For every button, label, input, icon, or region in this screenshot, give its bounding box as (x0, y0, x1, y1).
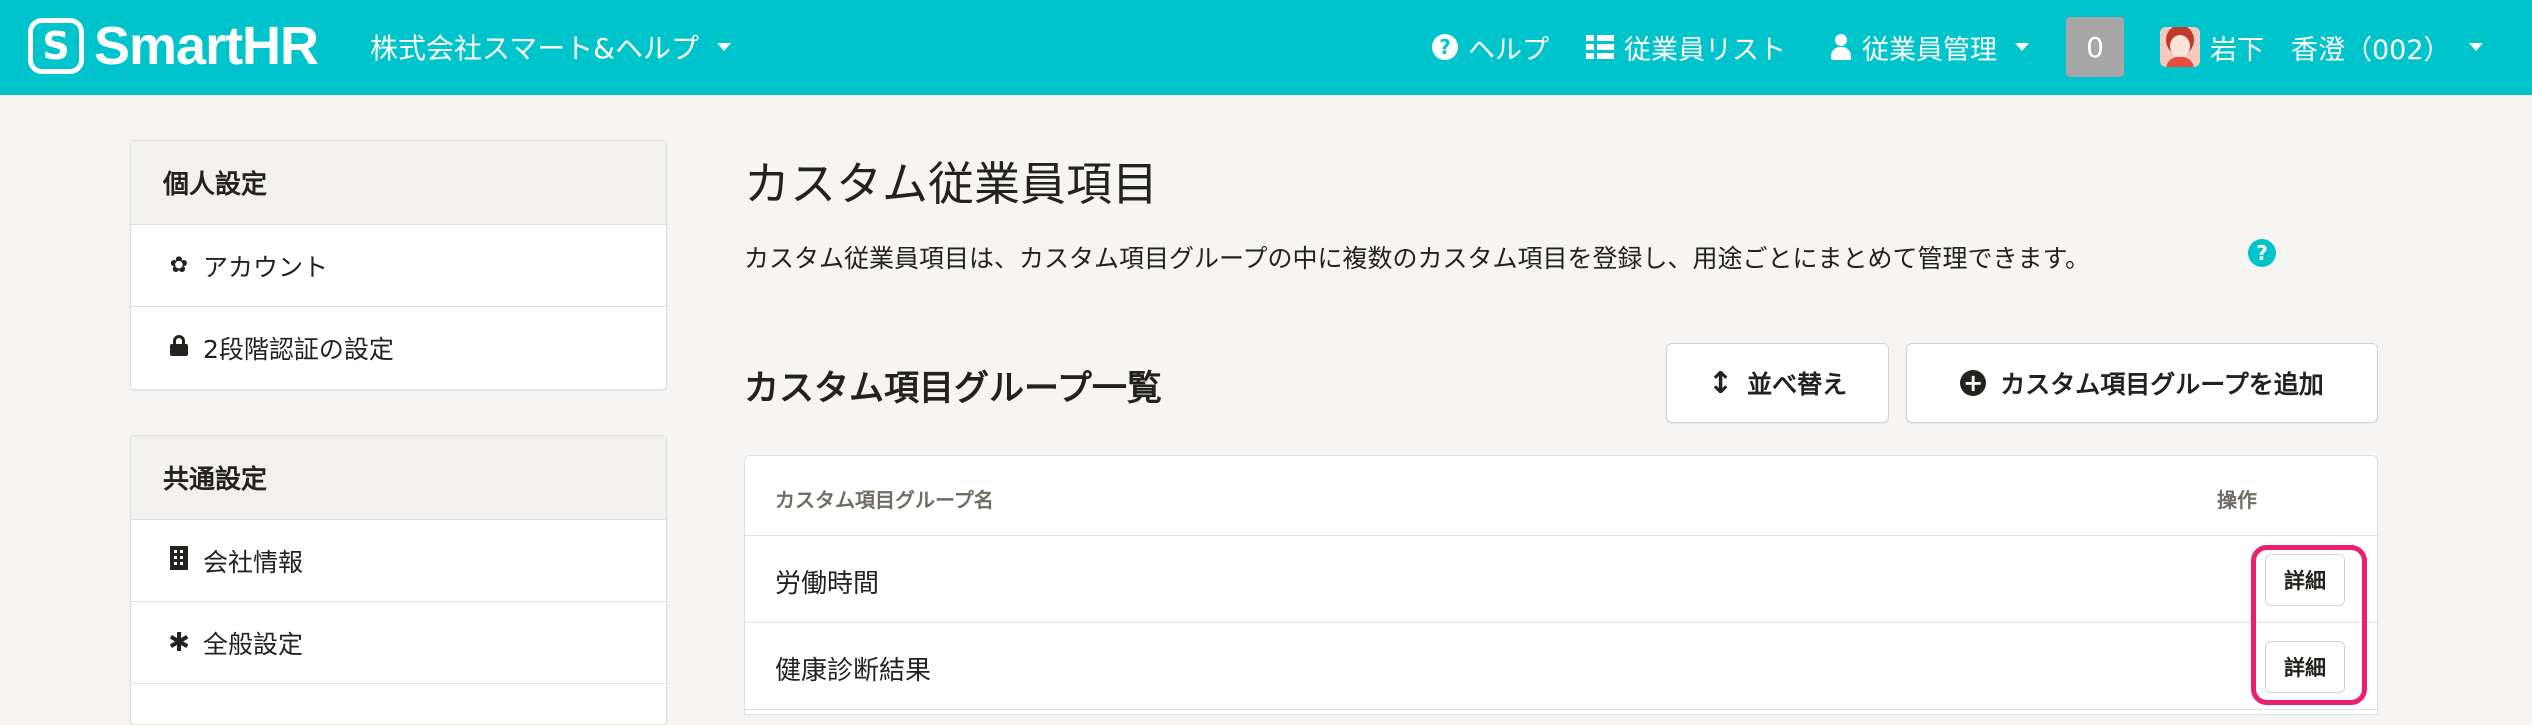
page-description: カスタム従業員項目は、カスタム項目グループの中に複数のカスタム項目を登録し、用途… (744, 244, 2091, 273)
help-icon: ? (1432, 34, 1458, 60)
asterisk-icon: ✱ (168, 627, 190, 658)
sidebar-item-label: 全般設定 (203, 629, 304, 659)
smarthr-logo[interactable]: S SmartHR (28, 16, 319, 76)
highlight-annotation (2251, 545, 2367, 705)
user-name: 岩下 香澄（002） (2210, 34, 2451, 66)
group-name: 労働時間 (775, 569, 880, 599)
sort-button[interactable]: ↕ 並べ替え (1666, 343, 1889, 423)
sidebar-item-general-settings[interactable]: ✱ 全般設定 (131, 602, 666, 684)
personal-settings-heading: 個人設定 (131, 141, 666, 225)
logo-text: SmartHR (94, 16, 319, 76)
add-group-button[interactable]: + カスタム項目グループを追加 (1906, 343, 2378, 423)
building-icon (167, 545, 191, 576)
table-header: カスタム項目グループ名 操作 (745, 456, 2377, 536)
nav-employee-management-label: 従業員管理 (1862, 34, 1997, 66)
sidebar-item-label: アカウント (203, 252, 329, 282)
nav-employee-list-label: 従業員リスト (1624, 34, 1786, 66)
table-row: 健康診断結果 詳細 (745, 623, 2377, 710)
sidebar-item-label: 2段階認証の設定 (203, 335, 394, 364)
nav-help-label: ヘルプ (1468, 34, 1549, 66)
personal-settings-card: 個人設定 ✿ アカウント 2段階認証の設定 (130, 140, 667, 390)
sidebar-item-label: 会社情報 (203, 547, 304, 577)
company-selector[interactable]: 株式会社スマート&ヘルプ (370, 27, 731, 67)
avatar (2160, 27, 2200, 67)
add-group-button-label: カスタム項目グループを追加 (2000, 370, 2324, 399)
sidebar-item-two-factor[interactable]: 2段階認証の設定 (131, 307, 666, 389)
nav-employee-list[interactable]: 従業員リスト (1586, 22, 1786, 72)
company-name: 株式会社スマート&ヘルプ (370, 32, 699, 65)
chevron-down-icon (2015, 43, 2029, 51)
help-icon[interactable]: ? (2248, 239, 2276, 267)
sidebar-item-account[interactable]: ✿ アカウント (131, 225, 666, 307)
sidebar-item-company-info[interactable]: 会社情報 (131, 520, 666, 602)
custom-group-table: カスタム項目グループ名 操作 労働時間 詳細 健康診断結果 詳細 (744, 455, 2378, 715)
plus-circle-icon: + (1960, 370, 1987, 396)
notification-badge[interactable]: 0 (2066, 17, 2124, 77)
common-settings-heading: 共通設定 (131, 436, 666, 520)
gear-icon: ✿ (169, 253, 189, 278)
lock-icon (167, 335, 191, 361)
page-title: カスタム従業員項目 (744, 157, 1158, 211)
user-menu[interactable]: 岩下 香澄（002） (2160, 22, 2483, 72)
nav-employee-management[interactable]: 従業員管理 (1830, 22, 2029, 72)
list-icon (1586, 35, 1614, 59)
logo-mark: S (28, 18, 84, 74)
nav-help[interactable]: ? ヘルプ (1432, 22, 1549, 72)
sort-arrows-icon: ↕ (1707, 365, 1734, 401)
group-name: 健康診断結果 (775, 656, 932, 686)
common-settings-card: 共通設定 会社情報 ✱ 全般設定 (130, 435, 667, 725)
section-title: カスタム項目グループ一覧 (744, 369, 1162, 409)
top-header: S SmartHR 株式会社スマート&ヘルプ ? ヘルプ 従業員リスト 従業員管… (0, 0, 2532, 95)
person-icon (1830, 34, 1852, 60)
table-row: 労働時間 詳細 (745, 536, 2377, 623)
column-header-name: カスタム項目グループ名 (775, 488, 994, 512)
chevron-down-icon (717, 43, 731, 51)
column-header-actions: 操作 (2217, 488, 2257, 512)
chevron-down-icon (2468, 43, 2483, 51)
sort-button-label: 並べ替え (1747, 370, 1848, 399)
